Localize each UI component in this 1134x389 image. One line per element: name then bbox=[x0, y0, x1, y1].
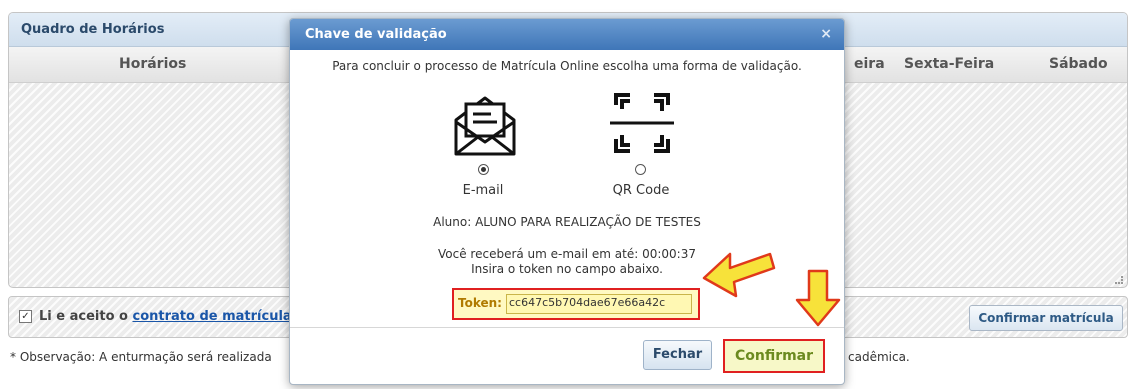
radio-email[interactable] bbox=[478, 164, 489, 175]
column-quinta-feira-partial: eira bbox=[854, 56, 885, 72]
arrow-pointing-confirm-icon bbox=[793, 268, 843, 332]
option-email-label: E-mail bbox=[462, 183, 504, 198]
observation-text-end: cadêmica. bbox=[848, 350, 910, 364]
arrow-pointing-token-icon bbox=[700, 248, 778, 308]
token-field-highlight: Token: cc647c5b704dae67e66a42c bbox=[452, 288, 700, 320]
option-qr-code-label: QR Code bbox=[612, 183, 670, 198]
resize-grip-icon[interactable] bbox=[1115, 276, 1123, 284]
envelope-icon[interactable] bbox=[450, 94, 520, 162]
confirm-enrollment-button[interactable]: Confirmar matrícula bbox=[969, 305, 1123, 331]
close-icon[interactable]: × bbox=[820, 19, 832, 50]
confirm-button[interactable]: Confirmar bbox=[723, 339, 825, 373]
token-input[interactable]: cc647c5b704dae67e66a42c bbox=[506, 294, 692, 314]
agree-prefix: Li e aceito o bbox=[39, 309, 128, 324]
close-button[interactable]: Fechar bbox=[643, 340, 712, 370]
dialog-divider bbox=[290, 327, 844, 328]
column-sexta-feira: Sexta-Feira bbox=[904, 56, 995, 72]
agree-checkbox[interactable]: ✓ bbox=[19, 310, 32, 323]
dialog-title: Chave de validação bbox=[305, 27, 447, 42]
student-name: Aluno: ALUNO PARA REALIZAÇÃO DE TESTES bbox=[433, 215, 701, 229]
agree-text: Li e aceito o contrato de matrícula bbox=[39, 309, 292, 324]
column-sabado: Sábado bbox=[1049, 56, 1108, 72]
qr-scan-icon[interactable] bbox=[608, 89, 676, 161]
dialog-instruction: Para concluir o processo de Matrícula On… bbox=[332, 59, 802, 73]
token-label: Token: bbox=[458, 296, 502, 310]
column-horarios: Horários bbox=[119, 56, 187, 72]
validation-dialog: Chave de validação × Para concluir o pro… bbox=[289, 18, 845, 385]
observation-text: * Observação: A enturmação será realizad… bbox=[10, 350, 272, 364]
contract-link[interactable]: contrato de matrícula bbox=[133, 309, 292, 324]
dialog-title-bar: Chave de validação × bbox=[290, 19, 844, 50]
radio-qr-code[interactable] bbox=[635, 164, 646, 175]
